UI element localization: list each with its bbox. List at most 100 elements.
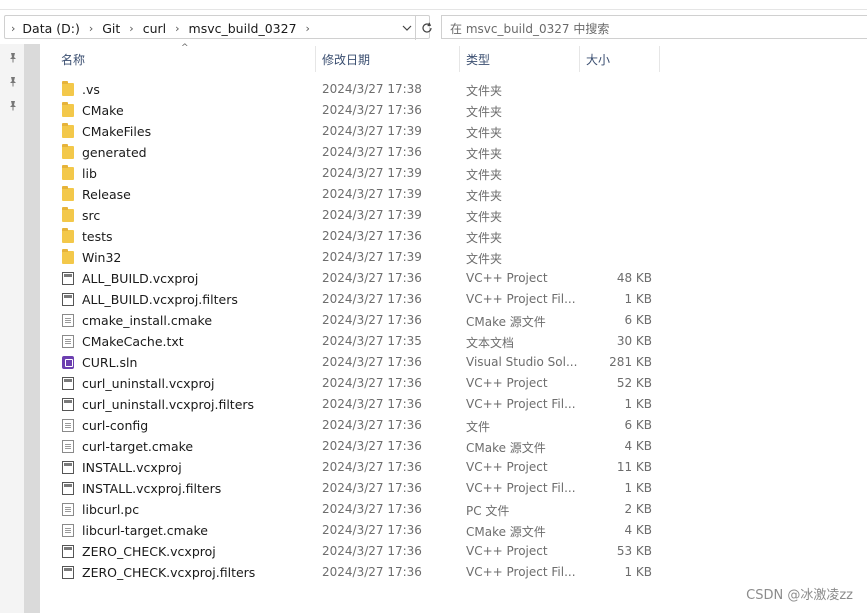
- file-type: 文件夹: [466, 147, 503, 161]
- file-row[interactable]: INSTALL.vcxproj.filters 2024/3/27 17:36 VC…: [56, 478, 676, 499]
- column-divider[interactable]: [659, 46, 660, 72]
- file-row[interactable]: CURL.sln 2024/3/27 17:36 Visual Studio Sol…: [56, 352, 676, 373]
- file-row[interactable]: CMake 2024/3/27 17:36 文件夹: [56, 100, 676, 121]
- file-row[interactable]: cmake_install.cmake 2024/3/27 17:36 CMake …: [56, 310, 676, 331]
- column-header-type[interactable]: 类型: [466, 46, 490, 72]
- sort-ascending-icon: ^: [181, 43, 189, 53]
- file-type: 文件夹: [466, 84, 503, 98]
- file-row[interactable]: libcurl-target.cmake 2024/3/27 17:36 CMake…: [56, 520, 676, 541]
- file-date: 2024/3/27 17:36: [322, 502, 422, 516]
- column-header-name[interactable]: 名称: [61, 46, 85, 72]
- file-icon: [62, 524, 74, 537]
- chevron-right-icon[interactable]: ›: [169, 22, 185, 35]
- file-size: 52 KB: [616, 376, 652, 390]
- project-file-icon: [62, 377, 74, 390]
- file-row[interactable]: lib 2024/3/27 17:39 文件夹: [56, 163, 676, 184]
- pin-icon[interactable]: [8, 76, 20, 90]
- file-date: 2024/3/27 17:36: [322, 271, 422, 285]
- file-row[interactable]: .vs 2024/3/27 17:38 文件夹: [56, 79, 676, 100]
- solution-file-icon: [62, 356, 74, 369]
- file-date: 2024/3/27 17:36: [322, 397, 422, 411]
- column-header-size[interactable]: 大小: [586, 46, 610, 72]
- file-size: 53 KB: [616, 544, 652, 558]
- file-icon: [62, 314, 74, 327]
- pin-icon[interactable]: [8, 100, 20, 114]
- nav-scrollbar[interactable]: [24, 44, 40, 613]
- file-name: lib: [82, 166, 97, 181]
- column-divider[interactable]: [459, 46, 460, 72]
- chevron-right-icon[interactable]: ›: [300, 22, 316, 35]
- window-top-edge: [0, 0, 867, 10]
- file-row[interactable]: CMakeFiles 2024/3/27 17:39 文件夹: [56, 121, 676, 142]
- file-row[interactable]: ZERO_CHECK.vcxproj 2024/3/27 17:36 VC++ Pr…: [56, 541, 676, 562]
- column-header-date[interactable]: 修改日期: [322, 46, 370, 72]
- crumb-build-folder[interactable]: msvc_build_0327: [186, 21, 300, 36]
- crumb-git[interactable]: Git: [99, 21, 123, 36]
- file-type: 文件夹: [466, 168, 503, 182]
- project-file-icon: [62, 293, 74, 306]
- file-row[interactable]: ZERO_CHECK.vcxproj.filters 2024/3/27 17:3…: [56, 562, 676, 583]
- refresh-icon[interactable]: [415, 16, 438, 40]
- file-row[interactable]: CMakeCache.txt 2024/3/27 17:35 文本文档 30 KB: [56, 331, 676, 352]
- file-date: 2024/3/27 17:36: [322, 355, 422, 369]
- file-type: 文件夹: [466, 252, 503, 266]
- file-name: CURL.sln: [82, 355, 138, 370]
- file-date: 2024/3/27 17:36: [322, 292, 422, 306]
- file-row[interactable]: curl-target.cmake 2024/3/27 17:36 CMake 源文…: [56, 436, 676, 457]
- file-type: CMake 源文件: [466, 525, 546, 539]
- file-row[interactable]: src 2024/3/27 17:39 文件夹: [56, 205, 676, 226]
- search-input[interactable]: 在 msvc_build_0327 中搜索: [441, 15, 867, 39]
- file-name: .vs: [82, 82, 100, 97]
- file-date: 2024/3/27 17:39: [322, 124, 422, 138]
- project-file-icon: [62, 461, 74, 474]
- file-row[interactable]: ALL_BUILD.vcxproj 2024/3/27 17:36 VC++ Pro…: [56, 268, 676, 289]
- folder-icon: [62, 186, 74, 201]
- crumb-drive[interactable]: Data (D:): [19, 21, 82, 36]
- chevron-right-icon[interactable]: ›: [83, 22, 99, 35]
- file-row[interactable]: INSTALL.vcxproj 2024/3/27 17:36 VC++ Proje…: [56, 457, 676, 478]
- folder-icon: [62, 249, 74, 264]
- file-row[interactable]: Release 2024/3/27 17:39 文件夹: [56, 184, 676, 205]
- file-row[interactable]: curl_uninstall.vcxproj.filters 2024/3/27 …: [56, 394, 676, 415]
- file-row[interactable]: curl-config 2024/3/27 17:36 文件 6 KB: [56, 415, 676, 436]
- file-date: 2024/3/27 17:36: [322, 418, 422, 432]
- address-box[interactable]: › Data (D:) › Git › curl › msvc_build_03…: [4, 15, 432, 40]
- column-divider[interactable]: [315, 46, 316, 72]
- file-size: 6 KB: [624, 418, 652, 432]
- file-name: ALL_BUILD.vcxproj.filters: [82, 292, 238, 307]
- file-row[interactable]: Win32 2024/3/27 17:39 文件夹: [56, 247, 676, 268]
- column-divider[interactable]: [579, 46, 580, 72]
- file-row[interactable]: tests 2024/3/27 17:36 文件夹: [56, 226, 676, 247]
- file-date: 2024/3/27 17:36: [322, 229, 422, 243]
- file-size: 6 KB: [624, 313, 652, 327]
- crumb-curl[interactable]: curl: [140, 21, 169, 36]
- folder-icon: [62, 102, 74, 117]
- folder-icon: [62, 81, 74, 96]
- file-size: 1 KB: [624, 292, 652, 306]
- file-size: 4 KB: [624, 523, 652, 537]
- file-type: 文件夹: [466, 210, 503, 224]
- file-row[interactable]: curl_uninstall.vcxproj 2024/3/27 17:36 VC+…: [56, 373, 676, 394]
- file-date: 2024/3/27 17:36: [322, 460, 422, 474]
- file-row[interactable]: generated 2024/3/27 17:36 文件夹: [56, 142, 676, 163]
- project-file-icon: [62, 398, 74, 411]
- file-icon: [62, 335, 74, 348]
- file-type: VC++ Project: [466, 271, 548, 285]
- file-row[interactable]: libcurl.pc 2024/3/27 17:36 PC 文件 2 KB: [56, 499, 676, 520]
- file-date: 2024/3/27 17:36: [322, 544, 422, 558]
- file-type: 文件夹: [466, 231, 503, 245]
- file-date: 2024/3/27 17:36: [322, 376, 422, 390]
- file-type: VC++ Project Fil...: [466, 565, 576, 579]
- file-name: ZERO_CHECK.vcxproj: [82, 544, 216, 559]
- breadcrumb: › Data (D:) › Git › curl › msvc_build_03…: [9, 16, 316, 40]
- file-type: CMake 源文件: [466, 441, 546, 455]
- file-type: VC++ Project: [466, 460, 548, 474]
- pin-icon[interactable]: [8, 52, 20, 66]
- address-bar[interactable]: › Data (D:) › Git › curl › msvc_build_03…: [0, 13, 432, 41]
- file-row[interactable]: ALL_BUILD.vcxproj.filters 2024/3/27 17:36…: [56, 289, 676, 310]
- file-type: VC++ Project Fil...: [466, 397, 576, 411]
- file-date: 2024/3/27 17:36: [322, 313, 422, 327]
- chevron-down-icon[interactable]: [399, 20, 415, 36]
- chevron-right-icon[interactable]: ›: [123, 22, 139, 35]
- chevron-right-icon[interactable]: ›: [9, 22, 19, 35]
